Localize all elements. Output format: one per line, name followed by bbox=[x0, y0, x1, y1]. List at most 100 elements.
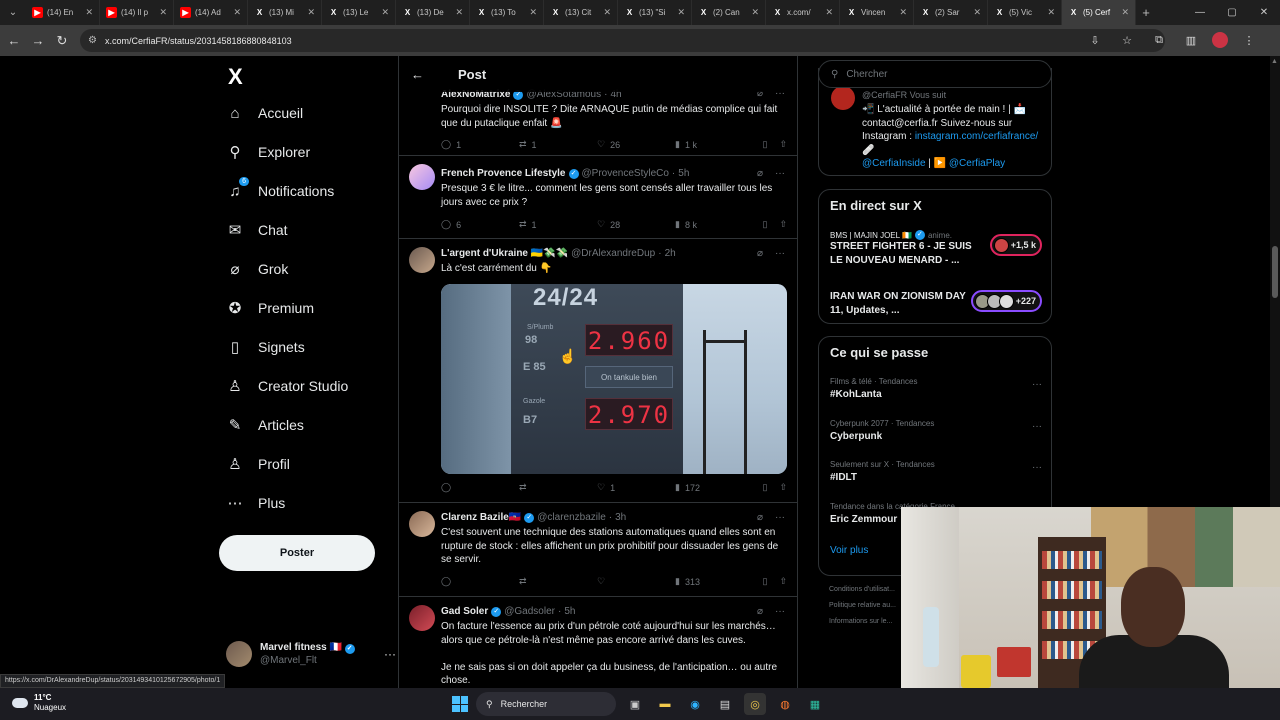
browser-tab[interactable]: X (5) Vic ✕ bbox=[988, 0, 1062, 25]
tweet[interactable]: Gad Soler ✓ @Gadsoler · 5h ⌀ ··· On factu… bbox=[399, 597, 797, 688]
share-icon[interactable]: ⇧ bbox=[779, 139, 787, 150]
weather-widget[interactable]: 11°C Nuageux bbox=[12, 693, 66, 713]
back-arrow-icon[interactable]: ← bbox=[411, 67, 424, 82]
avatar[interactable] bbox=[409, 164, 435, 190]
avatar[interactable] bbox=[831, 86, 855, 110]
profile-avatar[interactable] bbox=[1212, 32, 1228, 48]
scrollbar-thumb[interactable] bbox=[1272, 246, 1278, 298]
windows-start-icon[interactable] bbox=[452, 696, 468, 712]
task-view-icon[interactable]: ▣ bbox=[624, 693, 646, 715]
share-icon[interactable]: ⇧ bbox=[779, 576, 787, 587]
browser-tab[interactable]: ▶ (14) En ✕ bbox=[26, 0, 100, 25]
browser-tab[interactable]: X (13) To ✕ bbox=[470, 0, 544, 25]
firefox-icon[interactable]: ◍ bbox=[774, 693, 796, 715]
site-info-icon[interactable]: ⚙ bbox=[88, 35, 97, 46]
views-button[interactable]: ▮ 172 bbox=[675, 482, 741, 493]
tweet-author-name[interactable]: Clarenz Bazile🇭🇹 bbox=[441, 512, 521, 523]
browser-tab[interactable]: X (13) Cit ✕ bbox=[544, 0, 618, 25]
tweet-time[interactable]: 5h bbox=[678, 168, 689, 179]
nav-item-premium[interactable]: ✪ Premium bbox=[226, 299, 314, 317]
reply-button[interactable]: ◯ bbox=[441, 482, 519, 493]
more-dots-icon[interactable]: ··· bbox=[775, 512, 785, 523]
browser-tab[interactable]: X (2) Sar ✕ bbox=[914, 0, 988, 25]
close-tab-icon[interactable]: ✕ bbox=[899, 7, 907, 18]
grok-icon[interactable]: ⌀ bbox=[757, 168, 763, 179]
tweet-time[interactable]: 5h bbox=[564, 606, 575, 617]
like-button[interactable]: ♡ 28 bbox=[597, 219, 675, 230]
footer-link[interactable]: Informations sur le... bbox=[829, 614, 896, 630]
like-button[interactable]: ♡ bbox=[597, 576, 675, 587]
reload-icon[interactable]: ↻ bbox=[50, 29, 74, 53]
tweet-author-handle[interactable]: @Gadsoler bbox=[504, 606, 555, 617]
more-dots-icon[interactable]: ··· bbox=[775, 168, 785, 179]
trend-item[interactable]: Cyberpunk 2077 · Tendances Cyberpunk ··· bbox=[830, 419, 1042, 442]
repost-button[interactable]: ⇄ bbox=[519, 576, 597, 587]
browser-tab[interactable]: Xx.com/ ✕ bbox=[766, 0, 840, 25]
tweet-photo[interactable]: 24/24 S/Plumb 98 E 85 2.960 On tankule b… bbox=[441, 284, 787, 474]
views-button[interactable]: ▮ 1 k bbox=[675, 139, 741, 150]
browser-tab[interactable]: X (13) "Si ✕ bbox=[618, 0, 692, 25]
close-tab-icon[interactable]: ✕ bbox=[1047, 7, 1055, 18]
search-box[interactable]: ⚲ Chercher bbox=[818, 60, 1052, 88]
close-tab-icon[interactable]: ✕ bbox=[1121, 7, 1129, 18]
store-icon[interactable]: ▤ bbox=[714, 693, 736, 715]
nav-item-articles[interactable]: ✎ Articles bbox=[226, 416, 304, 434]
more-dots-icon[interactable]: ··· bbox=[1032, 421, 1042, 432]
file-explorer-icon[interactable]: ▬ bbox=[654, 693, 676, 715]
taskbar-search[interactable]: ⚲ Rechercher bbox=[476, 692, 616, 716]
browser-tab[interactable]: X (13) Le ✕ bbox=[322, 0, 396, 25]
minimize-icon[interactable]: — bbox=[1184, 0, 1216, 25]
like-button[interactable]: ♡ 26 bbox=[597, 139, 675, 150]
search-input[interactable]: Chercher bbox=[846, 69, 887, 80]
close-tab-icon[interactable]: ✕ bbox=[677, 7, 685, 18]
live-listeners-pill[interactable]: +1,5 k bbox=[989, 234, 1042, 256]
tweet-author-handle[interactable]: @ProvenceStyleCo bbox=[582, 168, 669, 179]
close-tab-icon[interactable]: ✕ bbox=[85, 7, 93, 18]
account-switcher[interactable]: Marvel fitness 🇫🇷 ✓ @Marvel_Flt ··· bbox=[226, 641, 396, 667]
trend-item[interactable]: Films & télé · Tendances #KohLanta ··· bbox=[830, 377, 1042, 400]
cerfia-play-link[interactable]: @CerfiaPlay bbox=[949, 158, 1005, 169]
forward-arrow-icon[interactable]: → bbox=[26, 29, 50, 53]
avatar[interactable] bbox=[409, 605, 435, 631]
tweet-author-name[interactable]: French Provence Lifestyle bbox=[441, 168, 566, 179]
repost-button[interactable]: ⇄ 1 bbox=[519, 219, 597, 230]
reply-button[interactable]: ◯ 6 bbox=[441, 219, 519, 230]
tab-list-chevron-icon[interactable]: ⌄ bbox=[0, 0, 26, 25]
live-item[interactable]: IRAN WAR ON ZIONISM DAY 11, Updates, ...… bbox=[830, 290, 1042, 317]
nav-item-profil[interactable]: ♙ Profil bbox=[226, 455, 290, 473]
extensions-icon[interactable]: ⧉ bbox=[1148, 29, 1170, 51]
nav-item-creator-studio[interactable]: ♙ Creator Studio bbox=[226, 377, 348, 395]
reply-button[interactable]: ◯ bbox=[441, 576, 519, 587]
tweet-author-handle[interactable]: @DrAlexandreDup bbox=[571, 248, 655, 259]
browser-tab[interactable]: ▶ (14) Il p ✕ bbox=[100, 0, 174, 25]
tweet[interactable]: AlexNoMatrixé ✓ @AlexSotamous · 4h ⌀ ··· … bbox=[399, 86, 797, 156]
nav-item-plus[interactable]: ⋯ Plus bbox=[226, 494, 286, 512]
new-tab-button[interactable]: + bbox=[1136, 5, 1156, 20]
more-dots-icon[interactable]: ··· bbox=[775, 606, 785, 617]
nav-item-accueil[interactable]: ⌂ Accueil bbox=[226, 104, 303, 122]
browser-tab[interactable]: X (13) Mi ✕ bbox=[248, 0, 322, 25]
tweet-time[interactable]: 3h bbox=[615, 512, 626, 523]
close-window-icon[interactable]: ✕ bbox=[1248, 0, 1280, 25]
repost-button[interactable]: ⇄ 1 bbox=[519, 139, 597, 150]
views-button[interactable]: ▮ 313 bbox=[675, 576, 741, 587]
tweet[interactable]: L'argent d'Ukraine 🇺🇦💸💸 @DrAlexandreDup … bbox=[399, 239, 797, 503]
scroll-up-icon[interactable]: ▲ bbox=[1271, 58, 1278, 65]
tweet-time[interactable]: 2h bbox=[665, 248, 676, 259]
grok-icon[interactable]: ⌀ bbox=[757, 248, 763, 259]
sidebar-icon[interactable]: ▥ bbox=[1180, 29, 1202, 51]
close-tab-icon[interactable]: ✕ bbox=[603, 7, 611, 18]
tweet-author-name[interactable]: Gad Soler bbox=[441, 606, 488, 617]
more-dots-icon[interactable]: ··· bbox=[1032, 379, 1042, 390]
tweet-author-handle[interactable]: @clarenzbazile bbox=[537, 512, 606, 523]
menu-dots-icon[interactable]: ⋮ bbox=[1238, 29, 1260, 51]
nav-item-notifications[interactable]: ♫ 6 Notifications bbox=[226, 177, 334, 200]
url-field[interactable]: ⚙ x.com/CerfiaFR/status/2031458186880848… bbox=[80, 29, 1165, 52]
browser-tab[interactable]: X (5) Cerf ✕ bbox=[1062, 0, 1136, 25]
app-icon[interactable]: ▦ bbox=[804, 693, 826, 715]
avatar[interactable] bbox=[409, 511, 435, 537]
cerfia-inside-link[interactable]: @CerfiaInside bbox=[862, 158, 926, 169]
chrome-icon[interactable]: ◎ bbox=[744, 693, 766, 715]
views-button[interactable]: ▮ 8 k bbox=[675, 219, 741, 230]
close-tab-icon[interactable]: ✕ bbox=[159, 7, 167, 18]
